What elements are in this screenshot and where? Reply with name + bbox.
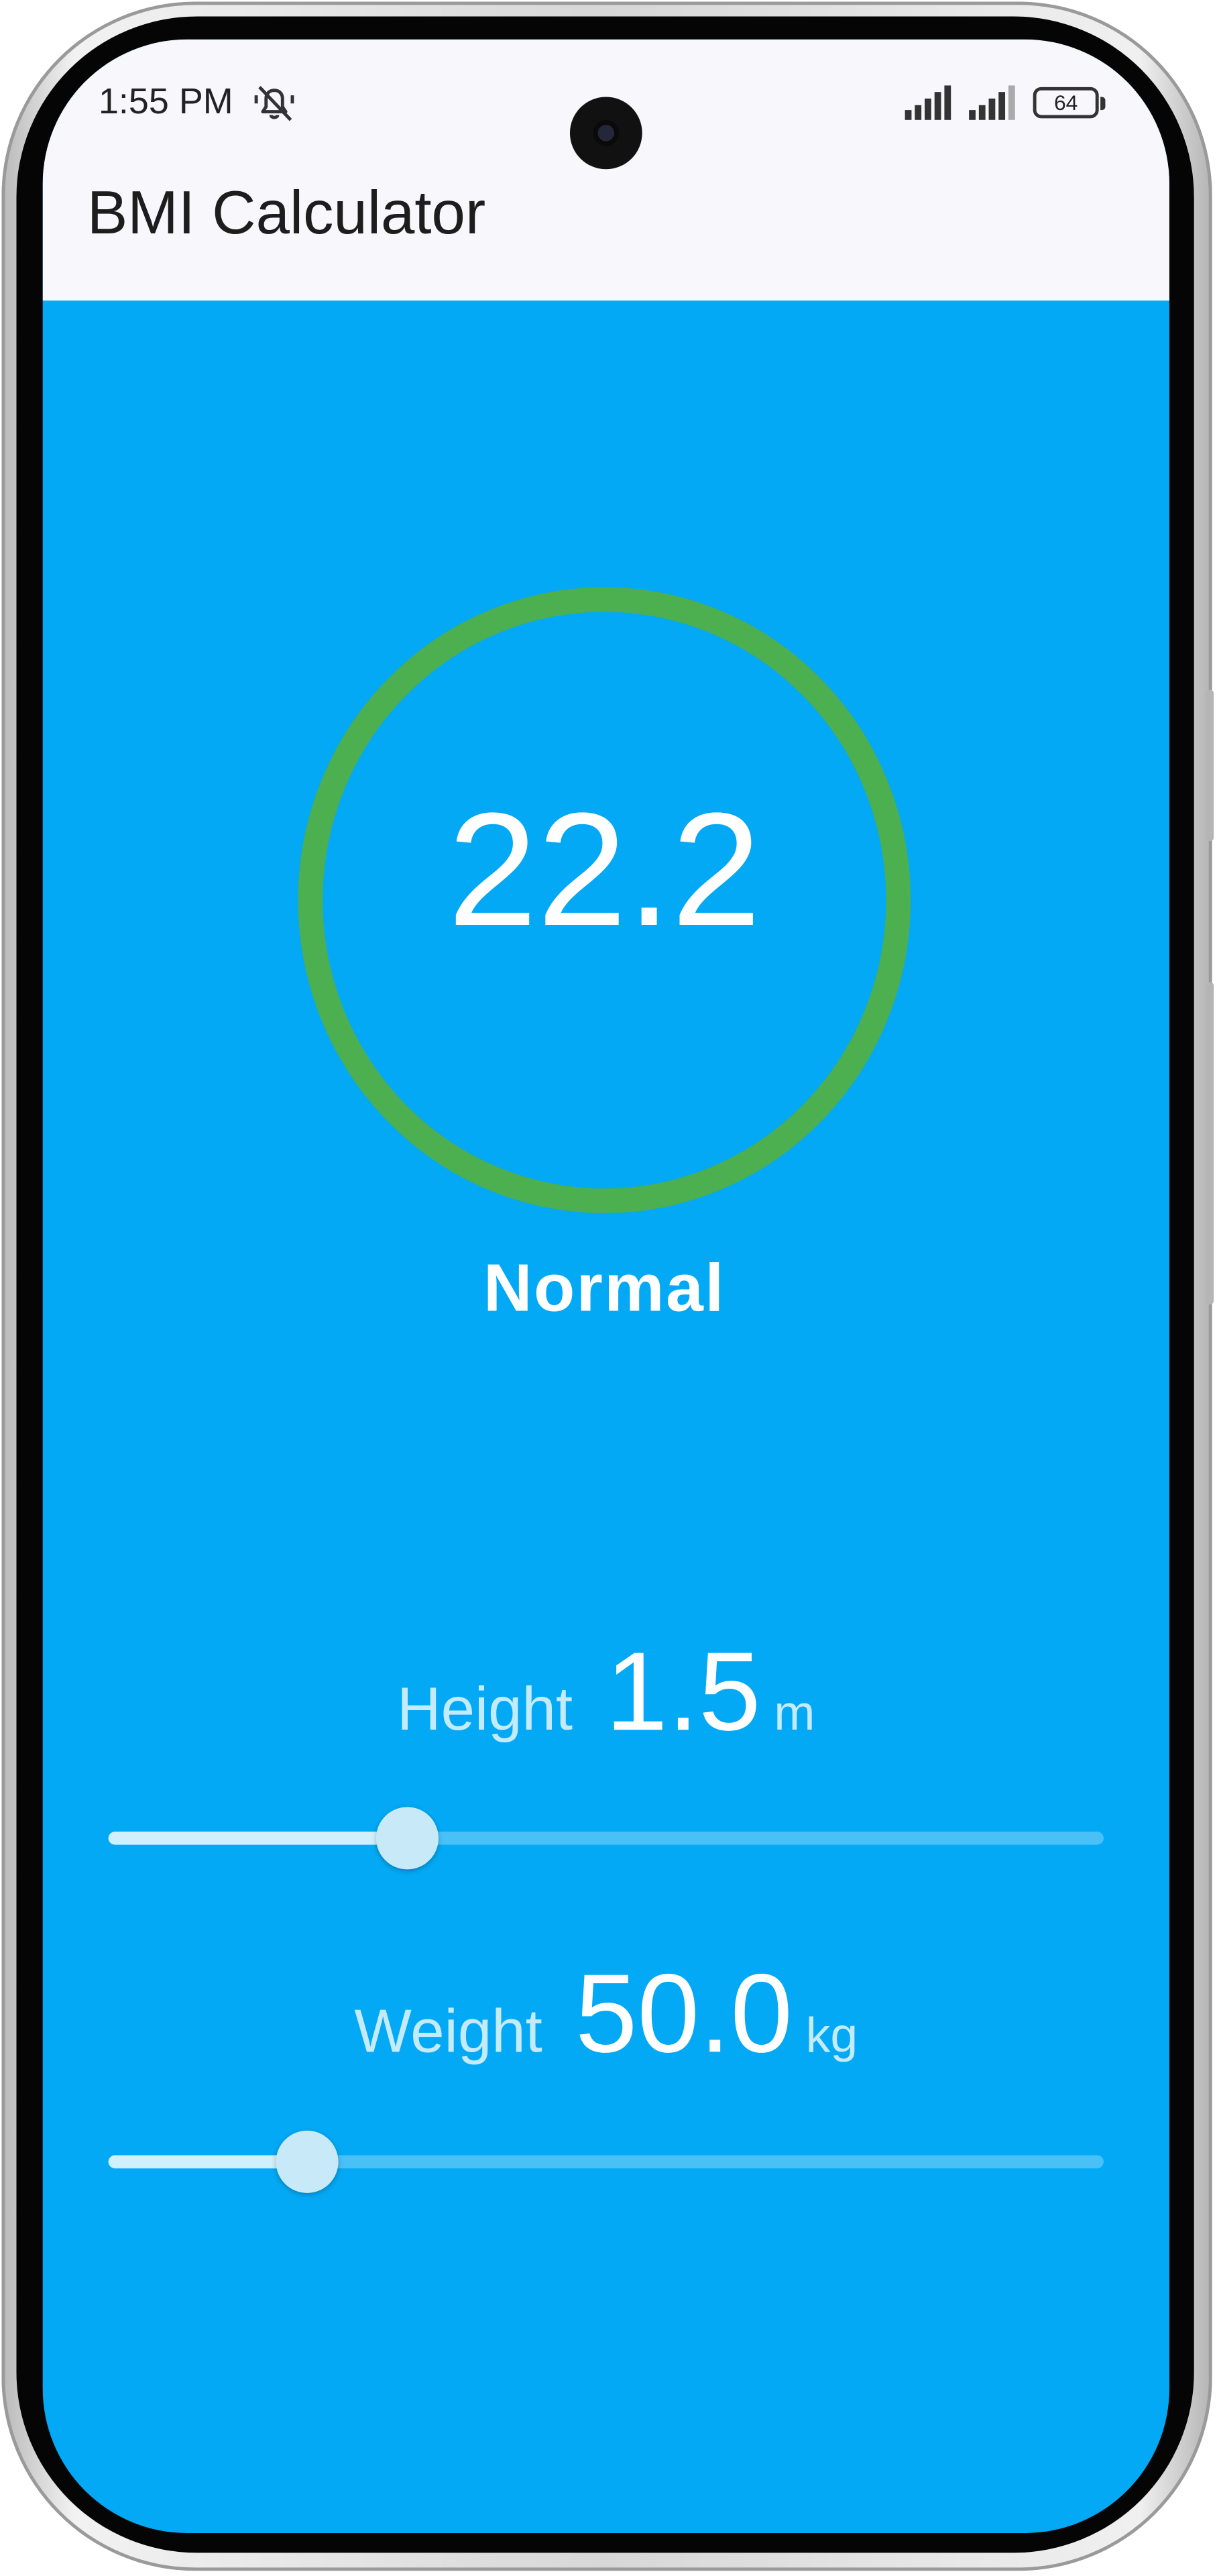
battery-level: 64 [1053, 90, 1078, 115]
weight-unit: kg [805, 2009, 858, 2064]
height-unit: m [774, 1687, 815, 1742]
bmi-value: 22.2 [447, 779, 761, 960]
height-header: Height 1.5 m [43, 1628, 1169, 1756]
height-slider[interactable] [108, 1807, 1104, 1870]
weight-slider-thumb[interactable] [276, 2130, 339, 2193]
weight-value: 50.0 [575, 1951, 793, 2077]
top-bar: 1:55 PM 64 BMI Calculator [42, 39, 1169, 301]
height-slider-fill [108, 1832, 407, 1845]
app-title: BMI Calculator [86, 178, 486, 247]
mute-icon [254, 86, 294, 121]
volume-button [1205, 982, 1214, 1304]
status-time: 1:55 PM [98, 80, 233, 122]
screen: 1:55 PM 64 BMI Calculator 22.2 Normal He… [42, 39, 1169, 2533]
power-button [1205, 689, 1214, 842]
bmi-category: Normal [483, 1249, 726, 1326]
height-slider-thumb[interactable] [375, 1807, 439, 1870]
battery-icon: 64 [1033, 87, 1106, 119]
weight-header: Weight 50.0 kg [43, 1950, 1169, 2078]
stage: 1:55 PM 64 BMI Calculator 22.2 Normal He… [0, 0, 1217, 2576]
weight-slider[interactable] [108, 2130, 1104, 2193]
signal-icon [969, 85, 1015, 120]
front-camera [569, 97, 642, 170]
weight-label: Weight [354, 1997, 542, 2065]
height-label: Height [397, 1675, 573, 1743]
signal-icon [905, 85, 951, 120]
height-value: 1.5 [605, 1629, 761, 1754]
